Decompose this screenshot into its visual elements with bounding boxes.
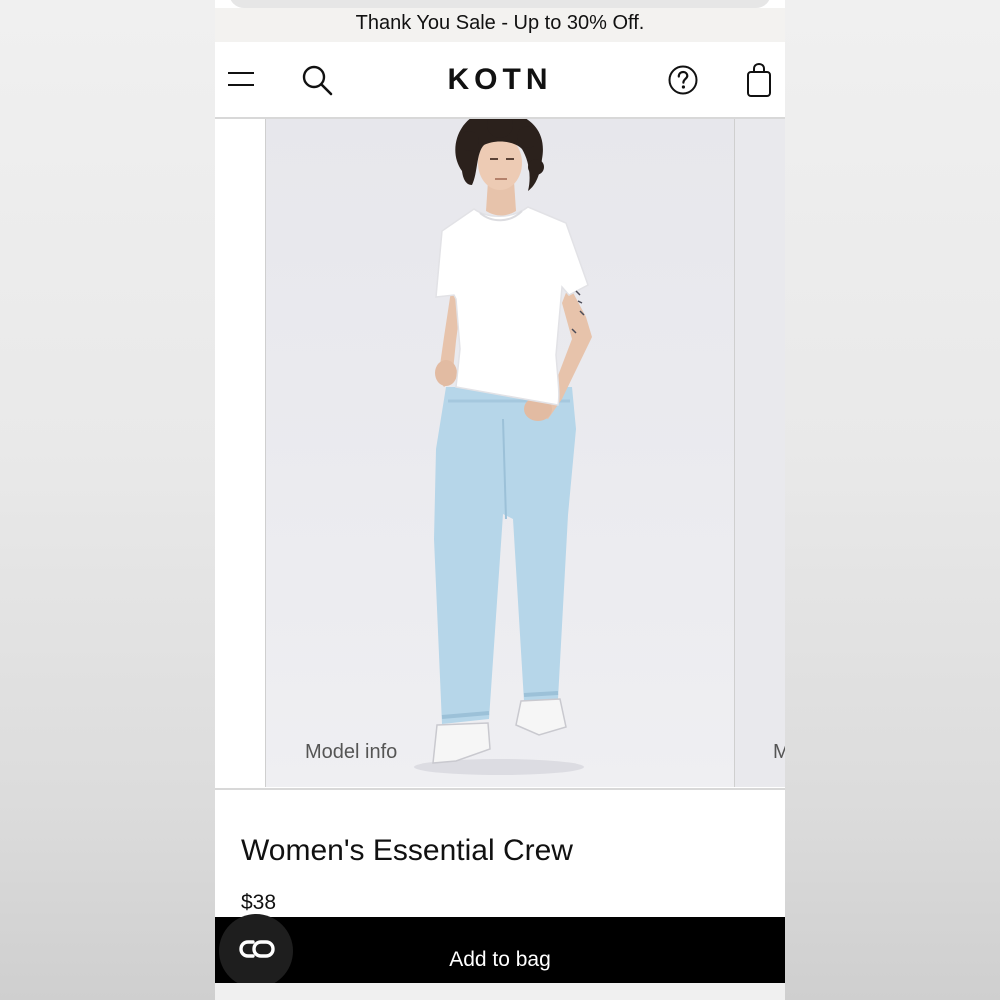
add-to-bag-label: Add to bag: [449, 948, 551, 971]
model-photo: [414, 119, 592, 775]
mobile-screen: Thank You Sale - Up to 30% Off. KOTN Mod…: [215, 0, 785, 1000]
shopping-bag-icon[interactable]: [746, 62, 772, 98]
announcement-bar[interactable]: Thank You Sale - Up to 30% Off.: [215, 8, 785, 42]
chat-link-icon: [239, 940, 275, 958]
product-title: Women's Essential Crew: [241, 834, 573, 867]
add-to-bag-button[interactable]: Add to bag: [215, 914, 785, 988]
model-info-label[interactable]: Model info: [305, 741, 397, 764]
browser-bottom-strip: [215, 983, 785, 1000]
next-slide[interactable]: M: [734, 119, 785, 787]
site-header: KOTN: [215, 42, 785, 119]
chat-link-button[interactable]: [219, 914, 293, 988]
kotn-logo[interactable]: KOTN: [215, 62, 785, 98]
product-image-gallery[interactable]: Model info M: [215, 119, 785, 789]
divider: [215, 788, 785, 790]
browser-url-bar[interactable]: [229, 0, 771, 8]
announcement-text: Thank You Sale - Up to 30% Off.: [355, 12, 645, 34]
next-model-info-label: M: [773, 741, 785, 764]
product-image[interactable]: Model info: [266, 119, 734, 787]
question-circle-icon[interactable]: [667, 64, 699, 96]
previous-slide[interactable]: [215, 119, 266, 787]
product-price: $38: [241, 891, 277, 914]
